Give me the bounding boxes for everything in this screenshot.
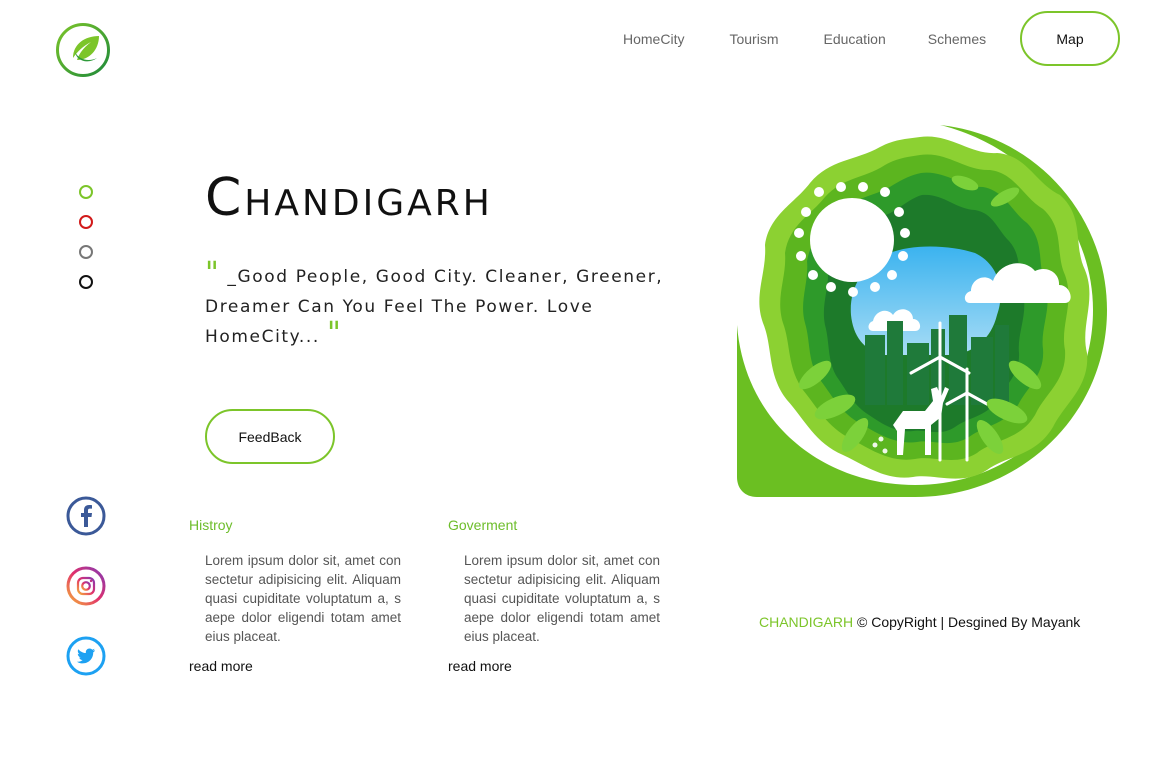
twitter-icon[interactable]	[66, 636, 106, 676]
slide-dot-3[interactable]	[79, 245, 93, 259]
card-text: Lorem ipsum dolor sit, amet consectetur …	[464, 553, 660, 644]
card-title: Goverment	[448, 517, 518, 533]
slide-dot-2[interactable]	[79, 215, 93, 229]
footer: CHANDIGARH © CopyRight | Desgined By May…	[759, 614, 1080, 630]
government-card: Goverment Lorem ipsum dolor sit, amet co…	[448, 516, 668, 676]
map-button[interactable]: Map	[1020, 11, 1120, 66]
quote-text: _Good People, Good City. Cleaner, Greene…	[205, 267, 664, 347]
nav-link-schemes[interactable]: Schemes	[928, 31, 986, 47]
nav-link-tourism[interactable]: Tourism	[729, 31, 778, 47]
slide-dot-1[interactable]	[79, 185, 93, 199]
leaf-logo-icon[interactable]	[55, 22, 111, 78]
facebook-icon[interactable]	[66, 496, 106, 536]
instagram-icon[interactable]	[66, 566, 106, 606]
feedback-button[interactable]: FeedBack	[205, 409, 335, 464]
footer-copyright: © CopyRight | Desgined By Mayank	[857, 614, 1081, 630]
read-more-link[interactable]: read more	[189, 658, 253, 674]
history-card: Histroy Lorem ipsum dolor sit, amet cons…	[189, 516, 409, 676]
nav-link-homecity[interactable]: HomeCity	[623, 31, 684, 47]
green-city-illustration	[737, 125, 1107, 497]
nav-link-education[interactable]: Education	[823, 31, 885, 47]
main-nav: HomeCity Tourism Education Schemes	[600, 11, 1010, 66]
slide-dot-4[interactable]	[79, 275, 93, 289]
quote-open-mark: "	[205, 256, 221, 291]
card-title: Histroy	[189, 517, 233, 533]
read-more-link[interactable]: read more	[448, 658, 512, 674]
card-text: Lorem ipsum dolor sit, amet consectetur …	[205, 553, 401, 644]
quote-close-mark: "	[326, 316, 343, 351]
footer-brand: CHANDIGARH	[759, 614, 854, 630]
hero-title: Chandigarh	[205, 168, 493, 228]
hero-quote: " _Good People, Good City. Cleaner, Gree…	[205, 259, 675, 352]
